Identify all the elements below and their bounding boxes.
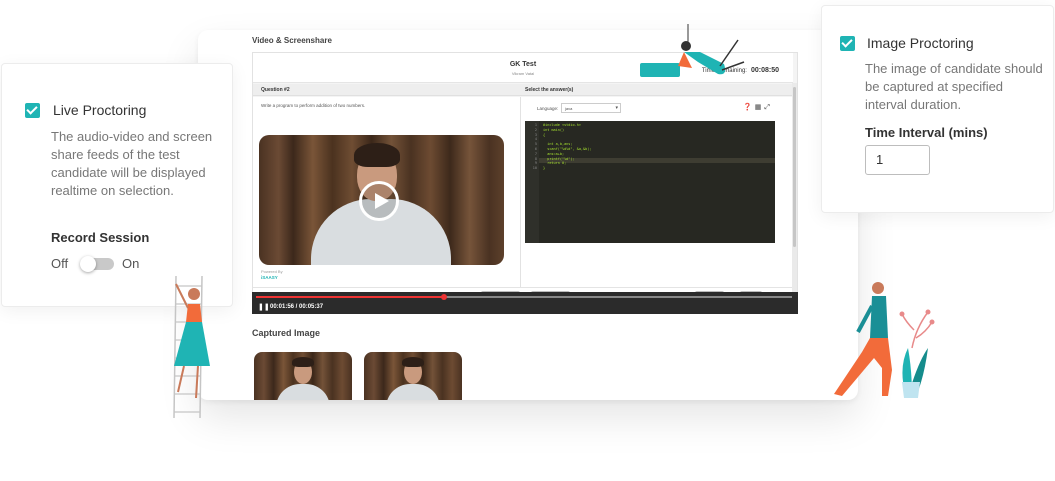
image-proctoring-description: The image of candidate should be capture…: [865, 61, 1043, 112]
code-line: }: [543, 166, 546, 171]
plant-flower: [929, 319, 935, 325]
captured-image-thumbnail[interactable]: [364, 352, 462, 400]
code-content: #include <stdio.h> int main(){ int a,b,an…: [543, 123, 591, 171]
code-pane: Language: java ❓▦⤢ 12345678910 #include …: [521, 97, 793, 287]
woman-head: [681, 41, 691, 51]
line-numbers: 1 2 3 4 5 6 7 8 9 10: [525, 121, 539, 243]
woman-leg: [177, 365, 185, 393]
language-select[interactable]: java: [561, 103, 621, 113]
woman-skirt: [174, 322, 210, 366]
thumb-hair: [292, 357, 314, 367]
language-label: Language:: [537, 106, 559, 111]
man-with-plant-illustration: [834, 282, 935, 398]
time-interval-input[interactable]: 1: [865, 145, 930, 175]
thumb-hair: [402, 357, 424, 367]
toggle-off-label: Off: [51, 256, 69, 271]
plant-flower: [925, 309, 931, 315]
live-proctoring-title: Live Proctoring: [53, 102, 147, 118]
man-head: [872, 282, 884, 294]
plant-flower: [899, 311, 905, 317]
answer-header: Select the answer(s): [525, 87, 574, 93]
toggle-on-label: On: [122, 256, 140, 271]
progress-knob[interactable]: [440, 294, 447, 300]
progress-fill: [256, 296, 444, 298]
scrollbar-thumb[interactable]: [793, 87, 796, 247]
image-proctoring-checkbox[interactable]: [840, 36, 855, 51]
playback-controls: ❚❚ 00:01:56 / 00:05:37: [252, 292, 798, 314]
record-session-toggle[interactable]: [80, 256, 114, 272]
captured-image-title: Captured Image: [252, 328, 321, 338]
proctoring-screen: Video & Screenshare GK Test Vikram Vatal…: [198, 30, 858, 400]
expand-icon[interactable]: ⤢: [764, 104, 773, 111]
play-icon[interactable]: [359, 181, 399, 221]
woman-leg: [721, 61, 745, 71]
candidate-hair: [354, 143, 400, 167]
captured-image-thumbnail[interactable]: [254, 352, 352, 400]
question-scrollbar[interactable]: [792, 83, 797, 305]
powered-by: Powered By iSAASY: [261, 269, 283, 280]
live-proctoring-checkbox[interactable]: [25, 103, 40, 118]
question-pane: Write a program to perform addition of t…: [253, 97, 521, 287]
help-icon[interactable]: ❓: [743, 104, 755, 111]
woman-head: [188, 288, 200, 300]
time-interval-label: Time Interval (mins): [865, 125, 988, 140]
woman-leg: [195, 365, 199, 399]
ladder-rail: [173, 275, 177, 419]
thumb-body: [276, 384, 330, 400]
plant-branch: [901, 311, 933, 349]
question-bar: Question #2 Select the answer(s): [253, 84, 793, 96]
playback-time: 00:01:56 / 00:05:37: [270, 304, 324, 310]
image-proctoring-card: Image Proctoring The image of candidate …: [821, 5, 1054, 213]
playback-progress[interactable]: [256, 294, 792, 300]
candidate-video[interactable]: [259, 135, 504, 265]
record-session-label: Record Session: [51, 230, 150, 245]
woman-dress: [684, 52, 726, 75]
woman-leg: [719, 39, 739, 67]
image-proctoring-title: Image Proctoring: [867, 35, 974, 51]
ladder-woman-illustration: [173, 275, 210, 419]
video-screenshare-title: Video & Screenshare: [252, 36, 332, 45]
question-text: Write a program to perform addition of t…: [261, 103, 366, 108]
man-pants: [834, 338, 892, 396]
flying-woman-illustration: [678, 24, 745, 75]
editor-tools: ❓▦⤢: [743, 103, 773, 112]
question-number: Question #2: [261, 87, 290, 93]
man-shirt: [870, 296, 888, 338]
powered-by-brand: iSAASY: [261, 275, 278, 280]
test-recording-player: GK Test Vikram Vatal Time Remaining: 00:0…: [252, 52, 798, 314]
plant-pot: [902, 382, 920, 398]
pause-icon[interactable]: ❚❚: [258, 303, 270, 311]
live-proctoring-card: Live Proctoring The audio-video and scre…: [1, 63, 233, 307]
powered-by-label: Powered By: [261, 269, 283, 274]
code-editor[interactable]: 1 2 3 4 5 6 7 8 9 10 #include <stdio.h> int main()…: [525, 121, 775, 243]
man-arm: [856, 305, 874, 333]
thumb-body: [386, 384, 440, 400]
keyboard-icon[interactable]: ▦: [755, 104, 765, 111]
live-proctoring-description: The audio-video and screen share feeds o…: [51, 129, 213, 198]
